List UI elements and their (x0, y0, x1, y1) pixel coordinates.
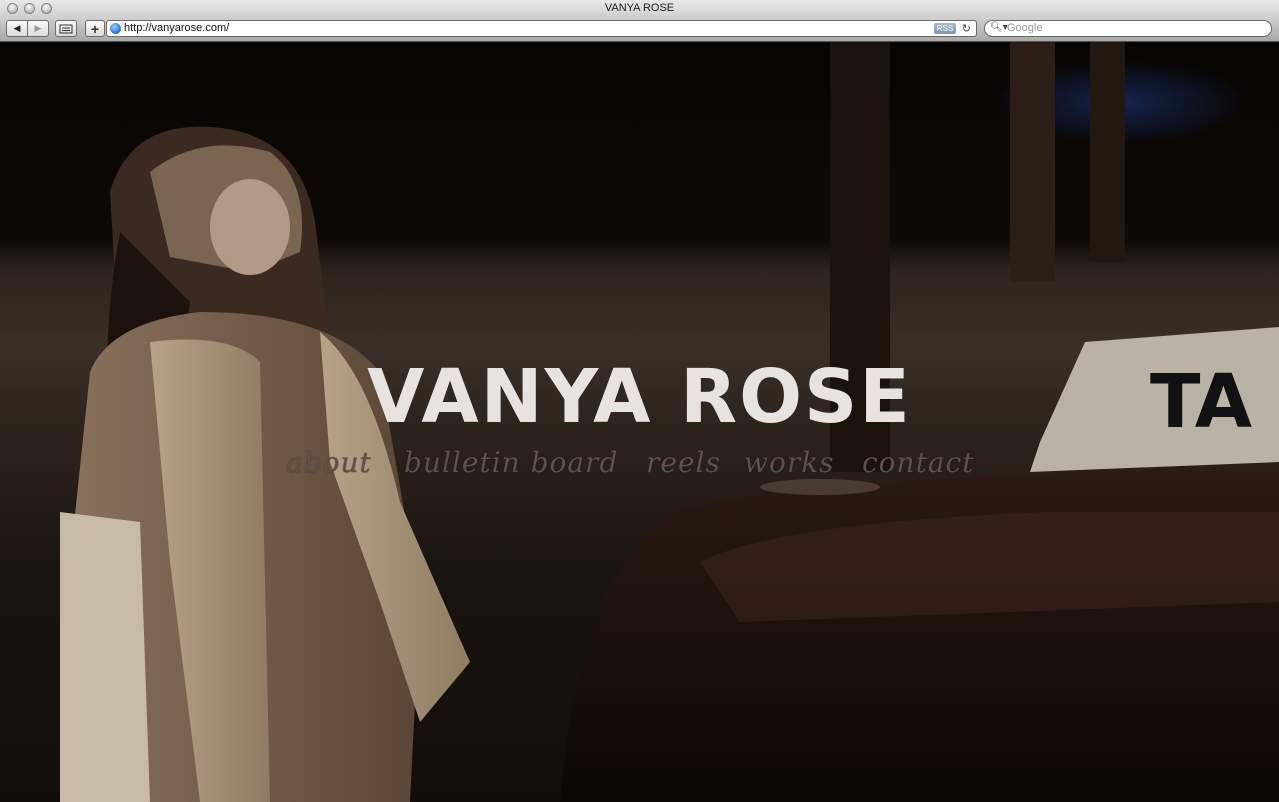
history-buttons: ◀ ▶ (6, 20, 49, 37)
search-icon: 🔍︎▾ (990, 22, 1008, 33)
back-button[interactable]: ◀ (6, 20, 28, 37)
nav-link-about[interactable]: about (286, 446, 372, 479)
search-field[interactable]: 🔍︎▾ Google (984, 20, 1272, 37)
forward-arrow-icon: ▶ (34, 23, 42, 33)
search-placeholder: Google (1007, 22, 1043, 34)
add-bookmark-button[interactable]: + (85, 20, 105, 37)
back-arrow-icon: ◀ (13, 23, 21, 33)
browser-toolbar: ◀ ▶ + http://vanyarose.com/ RSS ↻ 🔍︎▾ Go… (0, 17, 1279, 42)
bookmarks-icon (59, 24, 73, 33)
address-bar[interactable]: http://vanyarose.com/ RSS ↻ (106, 20, 977, 37)
window-title: VANYA ROSE (604, 2, 675, 14)
plus-icon: + (90, 20, 100, 37)
reload-icon[interactable]: ↻ (962, 22, 971, 35)
show-bookmarks-button[interactable] (55, 20, 77, 37)
forward-button[interactable]: ▶ (28, 20, 49, 37)
window-titlebar: VANYA ROSE (0, 0, 1279, 17)
nav-link-bulletin-board[interactable]: bulletin board (404, 446, 618, 479)
nav-link-works[interactable]: works (744, 446, 835, 479)
tree-trunk (1010, 42, 1055, 282)
rss-button[interactable]: RSS (934, 23, 956, 34)
nav-link-contact[interactable]: contact (862, 446, 974, 479)
globe-icon (110, 23, 121, 34)
web-page: TA VANYA ROSE about bulletin board reels… (0, 42, 1279, 802)
site-title: VANYA ROSE (367, 354, 912, 440)
tree-trunk (1090, 42, 1125, 262)
site-nav: about bulletin board reels works contact (286, 446, 996, 482)
nav-link-reels[interactable]: reels (646, 446, 721, 479)
url-text: http://vanyarose.com/ (124, 22, 230, 34)
